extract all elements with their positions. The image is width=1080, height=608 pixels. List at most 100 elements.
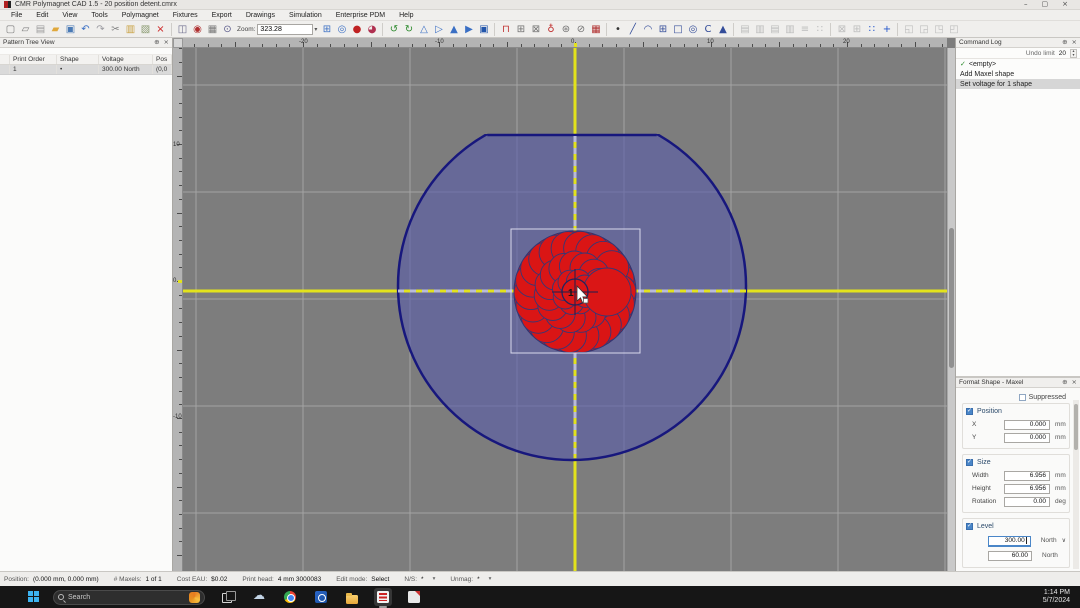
close-icon[interactable]: ×: [1072, 38, 1077, 47]
save-icon[interactable]: ▣: [64, 23, 77, 36]
redo-icon[interactable]: ↷: [94, 23, 107, 36]
voltage-secondary-input[interactable]: 60.00: [988, 551, 1032, 561]
open-file-icon[interactable]: ▱: [19, 23, 32, 36]
marquee-select-icon[interactable]: ▦: [206, 23, 219, 36]
format-panel-scrollbar[interactable]: [1073, 400, 1079, 569]
size-checkbox[interactable]: [966, 459, 973, 466]
zoom-tool-icon[interactable]: ⊙: [221, 23, 234, 36]
pin-icon[interactable]: ⊕: [154, 38, 159, 47]
close-button[interactable]: ×: [1062, 0, 1068, 9]
draw-arc-icon[interactable]: ◠: [641, 23, 654, 36]
menu-simulation[interactable]: Simulation: [282, 10, 329, 21]
polarity-value[interactable]: North: [1041, 537, 1057, 544]
y-input[interactable]: 0.000: [1004, 433, 1050, 443]
nest-shape-icon[interactable]: ▣: [477, 23, 490, 36]
zoom-input[interactable]: [257, 24, 313, 35]
scrollbar-thumb[interactable]: [1074, 404, 1078, 450]
canvas-drawing[interactable]: 1: [183, 48, 947, 571]
close-icon[interactable]: ×: [164, 38, 169, 47]
command-log-entry[interactable]: ✓<empty>: [956, 59, 1080, 69]
width-input[interactable]: 6.956: [1004, 471, 1050, 481]
taskbar-clock[interactable]: 1:14 PM 5/7/2024: [1043, 589, 1080, 605]
magnet-pie-icon[interactable]: ◕: [365, 23, 378, 36]
pdm-doc-icon[interactable]: [405, 588, 423, 606]
cut-icon[interactable]: ✂: [109, 23, 122, 36]
menu-edit[interactable]: Edit: [29, 10, 55, 21]
draw-rect-icon[interactable]: □: [671, 23, 684, 36]
menu-file[interactable]: File: [4, 10, 29, 21]
zoom-dropdown-icon[interactable]: ▾: [314, 26, 317, 33]
level-checkbox[interactable]: [966, 523, 973, 530]
minimize-button[interactable]: –: [1024, 0, 1028, 9]
rotation-input[interactable]: 0.00: [1004, 497, 1050, 507]
undo-limit-spinner[interactable]: [1070, 49, 1077, 58]
move-tool-icon[interactable]: +: [880, 23, 893, 36]
suppressed-checkbox[interactable]: [1019, 394, 1026, 401]
outlook-icon[interactable]: [312, 588, 330, 606]
status-dropdown-icon[interactable]: ▾: [433, 576, 436, 582]
pin-icon[interactable]: ⊕: [1062, 38, 1067, 47]
scrollbar-thumb[interactable]: [949, 228, 954, 368]
menu-export[interactable]: Export: [205, 10, 239, 21]
menu-help[interactable]: Help: [392, 10, 420, 21]
flip-down-icon[interactable]: ▲: [447, 23, 460, 36]
weather-icon[interactable]: [250, 588, 268, 606]
draw-grid-icon[interactable]: ⊞: [656, 23, 669, 36]
menu-view[interactable]: View: [55, 10, 84, 21]
import-file-icon[interactable]: ▤: [34, 23, 47, 36]
draw-line-icon[interactable]: ╱: [626, 23, 639, 36]
rotate-cw-icon[interactable]: ↻: [402, 23, 415, 36]
maximize-button[interactable]: ▢: [1042, 0, 1049, 9]
place-pin-icon[interactable]: ♁: [544, 23, 557, 36]
start-button[interactable]: [28, 591, 41, 604]
draw-circle-icon[interactable]: ◎: [686, 23, 699, 36]
rotate-ccw-icon[interactable]: ↺: [387, 23, 400, 36]
x-input[interactable]: 0.000: [1004, 420, 1050, 430]
copy-icon[interactable]: ▥: [124, 23, 137, 36]
menu-fixtures[interactable]: Fixtures: [166, 10, 205, 21]
flip-up-icon[interactable]: △: [417, 23, 430, 36]
search-highlights-icon[interactable]: [189, 592, 200, 603]
polymagnet-cad-icon[interactable]: [374, 588, 392, 606]
menu-enterprise-pdm[interactable]: Enterprise PDM: [329, 10, 392, 21]
sphere-array-off-icon[interactable]: ⊘: [574, 23, 587, 36]
search-input[interactable]: Search: [53, 590, 205, 605]
voltage-input[interactable]: 300.00: [988, 536, 1031, 546]
chrome-icon[interactable]: [281, 588, 299, 606]
maxel-pattern[interactable]: 1: [514, 231, 636, 353]
sphere-array-icon[interactable]: ⊛: [559, 23, 572, 36]
grid-toggle-icon[interactable]: ⊞: [320, 23, 333, 36]
design-canvas[interactable]: -20-1001020 100-10 1: [173, 38, 955, 571]
magnet-grid-icon[interactable]: ⊓: [499, 23, 512, 36]
draw-ring-icon[interactable]: C: [701, 23, 714, 36]
pin-icon[interactable]: ⊕: [1062, 378, 1067, 387]
open-folder-icon[interactable]: ▰: [49, 23, 62, 36]
print-preview-icon[interactable]: ◫: [176, 23, 189, 36]
paste-icon[interactable]: ▧: [139, 23, 152, 36]
new-file-icon[interactable]: ▢: [4, 23, 17, 36]
array-grid-icon[interactable]: ⊞: [514, 23, 527, 36]
menu-tools[interactable]: Tools: [84, 10, 114, 21]
delete-icon[interactable]: ×: [154, 23, 167, 36]
file-explorer-icon[interactable]: [343, 588, 361, 606]
array-grid-add-icon[interactable]: ⊠: [529, 23, 542, 36]
menu-polymagnet[interactable]: Polymagnet: [115, 10, 166, 21]
undo-icon[interactable]: ↶: [79, 23, 92, 36]
height-input[interactable]: 6.956: [1004, 484, 1050, 494]
magnet-circle-icon[interactable]: ●: [350, 23, 363, 36]
snap-target-icon[interactable]: ◎: [335, 23, 348, 36]
canvas-vertical-scrollbar[interactable]: [947, 48, 955, 571]
command-log-entry[interactable]: Set voltage for 1 shape: [956, 79, 1080, 89]
close-icon[interactable]: ×: [1072, 378, 1077, 387]
task-view-icon[interactable]: [219, 588, 237, 606]
status-dropdown-icon[interactable]: ▾: [489, 576, 492, 582]
menu-drawings[interactable]: Drawings: [239, 10, 282, 21]
show-points-icon[interactable]: ∷: [865, 23, 878, 36]
flip-left-icon[interactable]: ▶: [462, 23, 475, 36]
table-row[interactable]: 1•300.00 North(0,0: [0, 65, 172, 75]
position-checkbox[interactable]: [966, 408, 973, 415]
flip-right-icon[interactable]: ▷: [432, 23, 445, 36]
polarity-view-icon[interactable]: ◉: [191, 23, 204, 36]
draw-point-icon[interactable]: •: [611, 23, 624, 36]
draw-polygon-icon[interactable]: ▲: [716, 23, 729, 36]
